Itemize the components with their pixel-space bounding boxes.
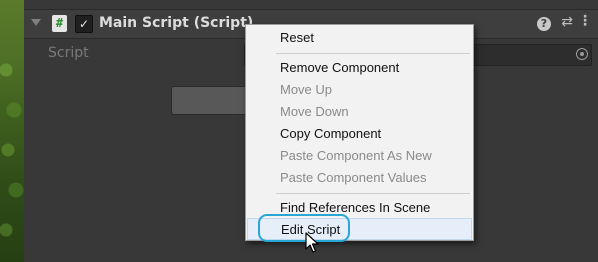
menu-item-remove-component[interactable]: Remove Component (247, 57, 472, 79)
menu-item-move-down[interactable]: Move Down (247, 101, 472, 123)
menu-separator (276, 53, 470, 54)
focus-highlight-ring (258, 214, 350, 242)
mouse-cursor-icon (305, 232, 319, 253)
menu-item-paste-component-as-new[interactable]: Paste Component As New (247, 145, 472, 167)
foldout-arrow-icon[interactable] (31, 19, 41, 26)
scene-viewport-edge (0, 0, 24, 262)
script-property-label: Script (48, 45, 89, 61)
menu-item-copy-component[interactable]: Copy Component (247, 123, 472, 145)
menu-item-move-up[interactable]: Move Up (247, 79, 472, 101)
csharp-script-icon: # (52, 15, 67, 32)
menu-separator (276, 193, 470, 194)
more-options-icon[interactable]: ⋮ (578, 13, 592, 30)
component-context-menu: Reset Remove Component Move Up Move Down… (245, 24, 474, 241)
presets-icon[interactable]: ⇄ (561, 14, 573, 31)
object-picker-icon[interactable] (576, 48, 588, 60)
component-title: Main Script (Script) (99, 15, 254, 31)
component-enabled-checkbox[interactable]: ✓ (75, 15, 93, 33)
menu-item-reset[interactable]: Reset (247, 27, 472, 49)
menu-item-paste-component-values[interactable]: Paste Component Values (247, 167, 472, 189)
help-icon[interactable]: ? (537, 17, 551, 31)
